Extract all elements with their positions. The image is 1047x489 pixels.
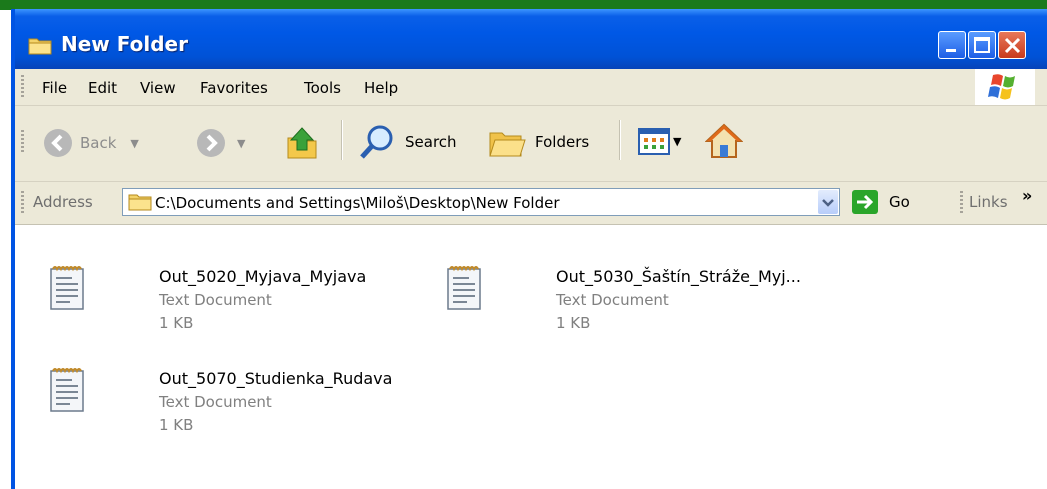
text-document-icon [447, 266, 481, 310]
list-item[interactable]: Out_5030_Šaštín_Stráže_Myj... Text Docum… [446, 261, 836, 341]
toolbar-grip[interactable] [960, 191, 963, 215]
home-button[interactable] [705, 122, 743, 160]
menu-tools[interactable]: Tools [304, 79, 341, 97]
minimize-button[interactable] [938, 31, 966, 59]
file-size: 1 KB [159, 416, 194, 434]
address-dropdown-button[interactable] [818, 190, 838, 214]
toolbar-separator [341, 120, 343, 160]
chevron-down-icon [822, 199, 834, 207]
minimize-icon [946, 49, 956, 52]
back-dropdown-icon[interactable]: ▼ [130, 137, 138, 150]
up-folder-icon [287, 127, 317, 159]
title-bar[interactable]: New Folder [15, 9, 1047, 69]
menu-file[interactable]: File [42, 79, 67, 97]
forward-arrow-icon [197, 129, 225, 157]
windows-flag-icon [988, 74, 1015, 100]
views-button[interactable]: ▼ [637, 126, 681, 156]
home-icon [705, 123, 743, 158]
search-icon [360, 125, 393, 159]
back-label: Back [80, 134, 117, 152]
views-dropdown-icon[interactable]: ▼ [673, 135, 681, 148]
file-size: 1 KB [556, 314, 591, 332]
menu-view[interactable]: View [140, 79, 176, 97]
list-item[interactable]: Out_5020_Myjava_Myjava Text Document 1 K… [49, 261, 439, 341]
text-document-icon [50, 368, 84, 412]
file-type: Text Document [556, 291, 669, 309]
close-button[interactable] [998, 31, 1026, 59]
back-button[interactable]: Back ▼ [42, 127, 139, 159]
toolbar-grip[interactable] [21, 130, 24, 154]
folders-label: Folders [535, 133, 590, 151]
file-name: Out_5030_Šaštín_Stráže_Myj... [556, 267, 801, 286]
folder-icon [128, 194, 152, 211]
folder-icon [28, 38, 52, 55]
maximize-icon [974, 37, 990, 53]
up-button[interactable] [286, 124, 320, 160]
menu-edit[interactable]: Edit [88, 79, 117, 97]
views-icon [638, 128, 670, 155]
text-document-icon [50, 266, 84, 310]
search-label: Search [405, 133, 457, 151]
file-list: Out_5020_Myjava_Myjava Text Document 1 K… [15, 225, 1047, 489]
menu-bar: File Edit View Favorites Tools Help [15, 69, 1047, 106]
menu-favorites[interactable]: Favorites [200, 79, 268, 97]
address-path: C:\Documents and Settings\Miloš\Desktop\… [155, 194, 560, 212]
forward-button[interactable]: ▼ [195, 127, 245, 159]
standard-toolbar: Back ▼ ▼ Search Folders ▼ [15, 106, 1047, 182]
explorer-window: New Folder File Edit View Favorites Tool… [11, 9, 1047, 489]
file-name: Out_5070_Studienka_Rudava [159, 369, 393, 388]
menu-help[interactable]: Help [364, 79, 398, 97]
file-name: Out_5020_Myjava_Myjava [159, 267, 367, 286]
folders-button[interactable]: Folders [487, 124, 589, 160]
windows-logo [975, 69, 1035, 105]
go-arrow-icon[interactable] [852, 190, 878, 214]
back-arrow-icon [44, 129, 72, 157]
maximize-button[interactable] [968, 31, 996, 59]
file-type: Text Document [159, 291, 272, 309]
toolbar-separator [619, 120, 621, 160]
file-size: 1 KB [159, 314, 194, 332]
address-input[interactable]: C:\Documents and Settings\Miloš\Desktop\… [122, 188, 840, 216]
links-toolbar[interactable]: Links [969, 193, 1008, 211]
close-icon [1004, 37, 1021, 54]
links-more-icon[interactable]: » [1022, 186, 1032, 205]
address-label: Address [33, 193, 93, 211]
go-button[interactable]: Go [889, 193, 910, 211]
window-title: New Folder [61, 32, 188, 56]
file-type: Text Document [159, 393, 272, 411]
folders-icon [489, 132, 526, 157]
forward-dropdown-icon[interactable]: ▼ [237, 137, 245, 150]
list-item[interactable]: Out_5070_Studienka_Rudava Text Document … [49, 363, 439, 443]
search-button[interactable]: Search [359, 124, 457, 160]
toolbar-grip[interactable] [21, 191, 24, 215]
toolbar-grip[interactable] [21, 75, 24, 99]
address-bar: Address C:\Documents and Settings\Miloš\… [15, 182, 1047, 225]
